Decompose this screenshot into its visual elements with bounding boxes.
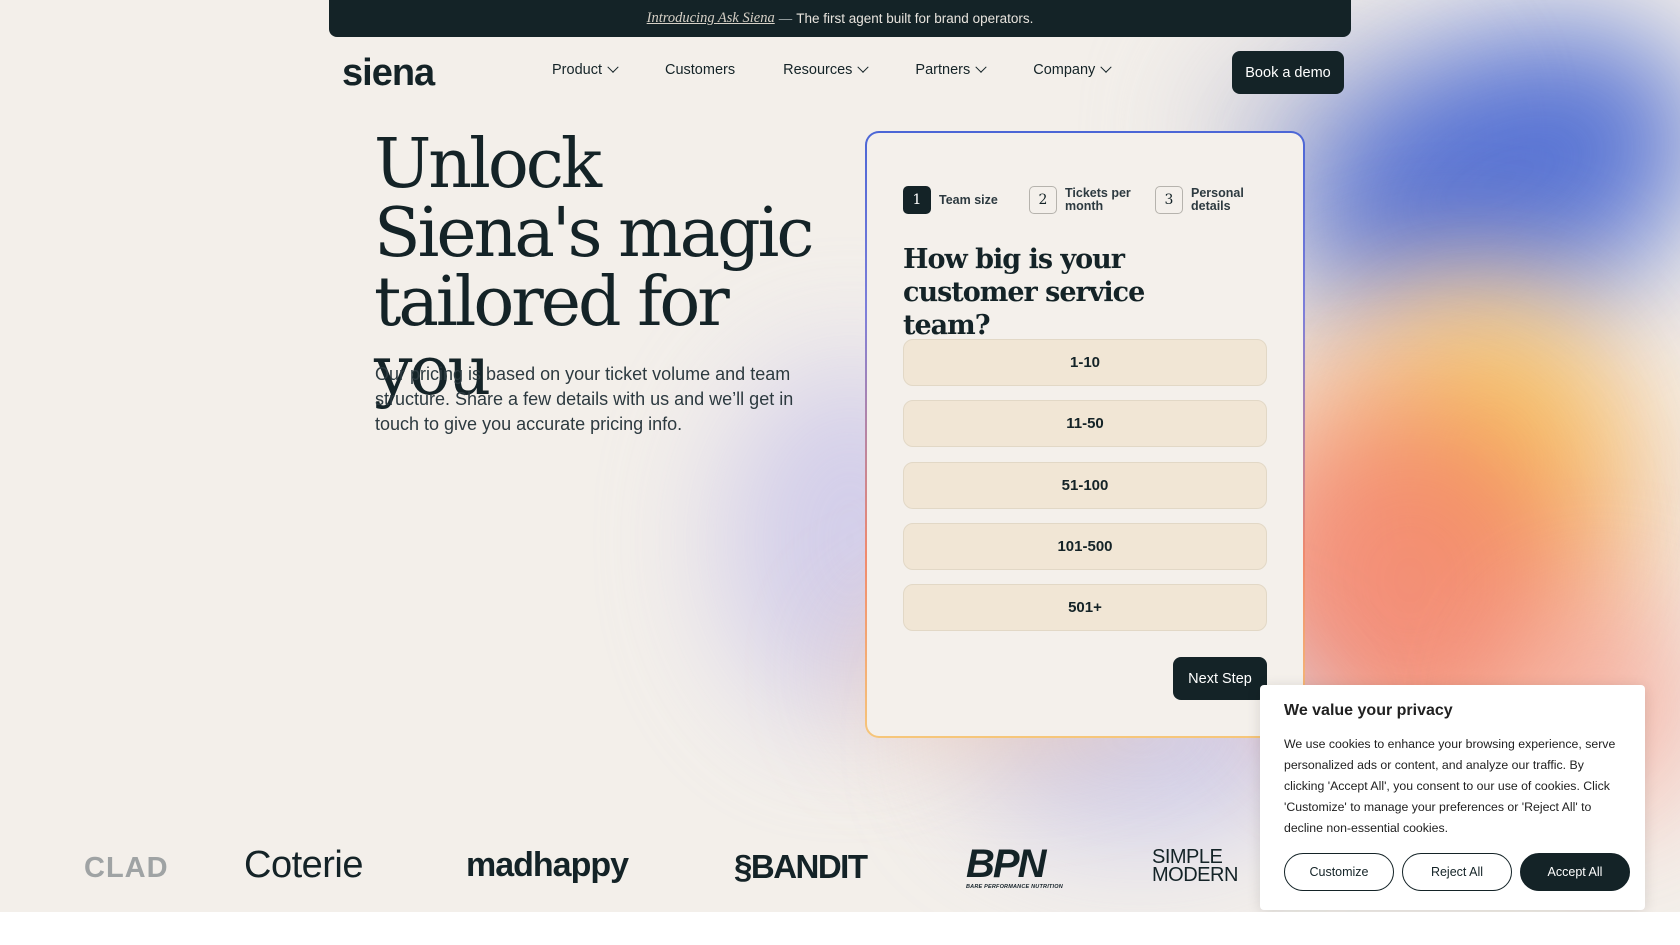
step-tickets-per-month: 2 Tickets per month [1029, 186, 1155, 214]
main-nav: Product Customers Resources Partners Com… [552, 61, 1158, 78]
chevron-down-icon [1100, 61, 1112, 73]
chevron-down-icon [975, 61, 987, 73]
form-question: How big is your customer service team? [903, 244, 1145, 341]
hero-subtitle: Our pricing is based on your ticket volu… [375, 364, 794, 434]
pricing-form: 1 Team size 2 Tickets per month 3 Person… [867, 133, 1303, 736]
step-personal-details: 3 Personal details [1155, 186, 1281, 214]
book-demo-button[interactable]: Book a demo [1232, 51, 1344, 94]
logo-simple-modern: SIMPLE MODERN [1152, 847, 1238, 886]
step-label: Tickets per month [1065, 186, 1131, 213]
customize-button[interactable]: Customize [1284, 853, 1394, 891]
step-number: 3 [1155, 186, 1183, 214]
nav-product[interactable]: Product [552, 61, 619, 78]
logo-bpn: BPN [966, 842, 1046, 886]
announcement-separator: — [778, 11, 793, 26]
customer-logos: CLAD Coterie madhappy §BANDIT BPN BARE P… [84, 838, 1264, 898]
bandit-mark-icon: § [734, 848, 752, 885]
logo-clad: CLAD [84, 852, 169, 884]
accept-all-button[interactable]: Accept All [1520, 853, 1630, 891]
form-steps: 1 Team size 2 Tickets per month 3 Person… [903, 186, 1281, 214]
announcement-link[interactable]: Introducing Ask Siena [647, 10, 775, 27]
chevron-down-icon [607, 61, 619, 73]
logo-madhappy: madhappy [466, 846, 629, 884]
pricing-form-card: 1 Team size 2 Tickets per month 3 Person… [865, 131, 1305, 738]
cookie-text: We use cookies to enhance your browsing … [1284, 737, 1616, 835]
next-step-button[interactable]: Next Step [1173, 657, 1267, 700]
step-label: Personal details [1191, 186, 1244, 213]
nav-resources[interactable]: Resources [783, 61, 870, 78]
logo-coterie: Coterie [244, 844, 364, 886]
bandit-wordmark: BANDIT [750, 848, 868, 885]
nav-resources-label: Resources [783, 62, 853, 78]
logo-bandit: §BANDIT [734, 848, 868, 886]
option-101-500[interactable]: 101-500 [903, 522, 1267, 570]
option-51-100[interactable]: 51-100 [903, 461, 1267, 509]
nav-partners[interactable]: Partners [915, 61, 987, 78]
team-size-options: 1-10 11-50 51-100 101-500 501+ [903, 339, 1267, 645]
option-1-10[interactable]: 1-10 [903, 339, 1267, 386]
siena-logo[interactable]: siena [342, 52, 435, 95]
chevron-down-icon [857, 61, 870, 73]
page: Introducing Ask Siena — The first agent … [0, 0, 1680, 912]
option-11-50[interactable]: 11-50 [903, 400, 1267, 448]
step-number: 1 [903, 186, 931, 214]
reject-all-button[interactable]: Reject All [1402, 853, 1512, 891]
nav-company[interactable]: Company [1033, 61, 1112, 78]
step-label: Team size [939, 192, 998, 207]
nav-customers[interactable]: Customers [665, 62, 735, 78]
step-number: 2 [1029, 186, 1057, 214]
cookie-banner: We value your privacy We use cookies to … [1260, 685, 1645, 910]
cookie-actions: Customize Reject All Accept All [1284, 853, 1630, 891]
nav-customers-label: Customers [664, 62, 736, 78]
nav-product-label: Product [552, 62, 602, 78]
nav-company-label: Company [1033, 62, 1096, 78]
nav-partners-label: Partners [915, 62, 971, 78]
step-team-size: 1 Team size [903, 186, 1029, 214]
page-footer-area [0, 912, 1680, 945]
announcement-bar: Introducing Ask Siena — The first agent … [329, 0, 1351, 37]
cookie-title: We value your privacy [1284, 702, 1453, 719]
announcement-text: The first agent built for brand operator… [796, 11, 1034, 26]
option-501-plus[interactable]: 501+ [903, 584, 1267, 632]
logo-bpn-subtitle: BARE PERFORMANCE NUTRITION [966, 884, 1063, 890]
logo-simple-line2: MODERN [1152, 864, 1238, 886]
